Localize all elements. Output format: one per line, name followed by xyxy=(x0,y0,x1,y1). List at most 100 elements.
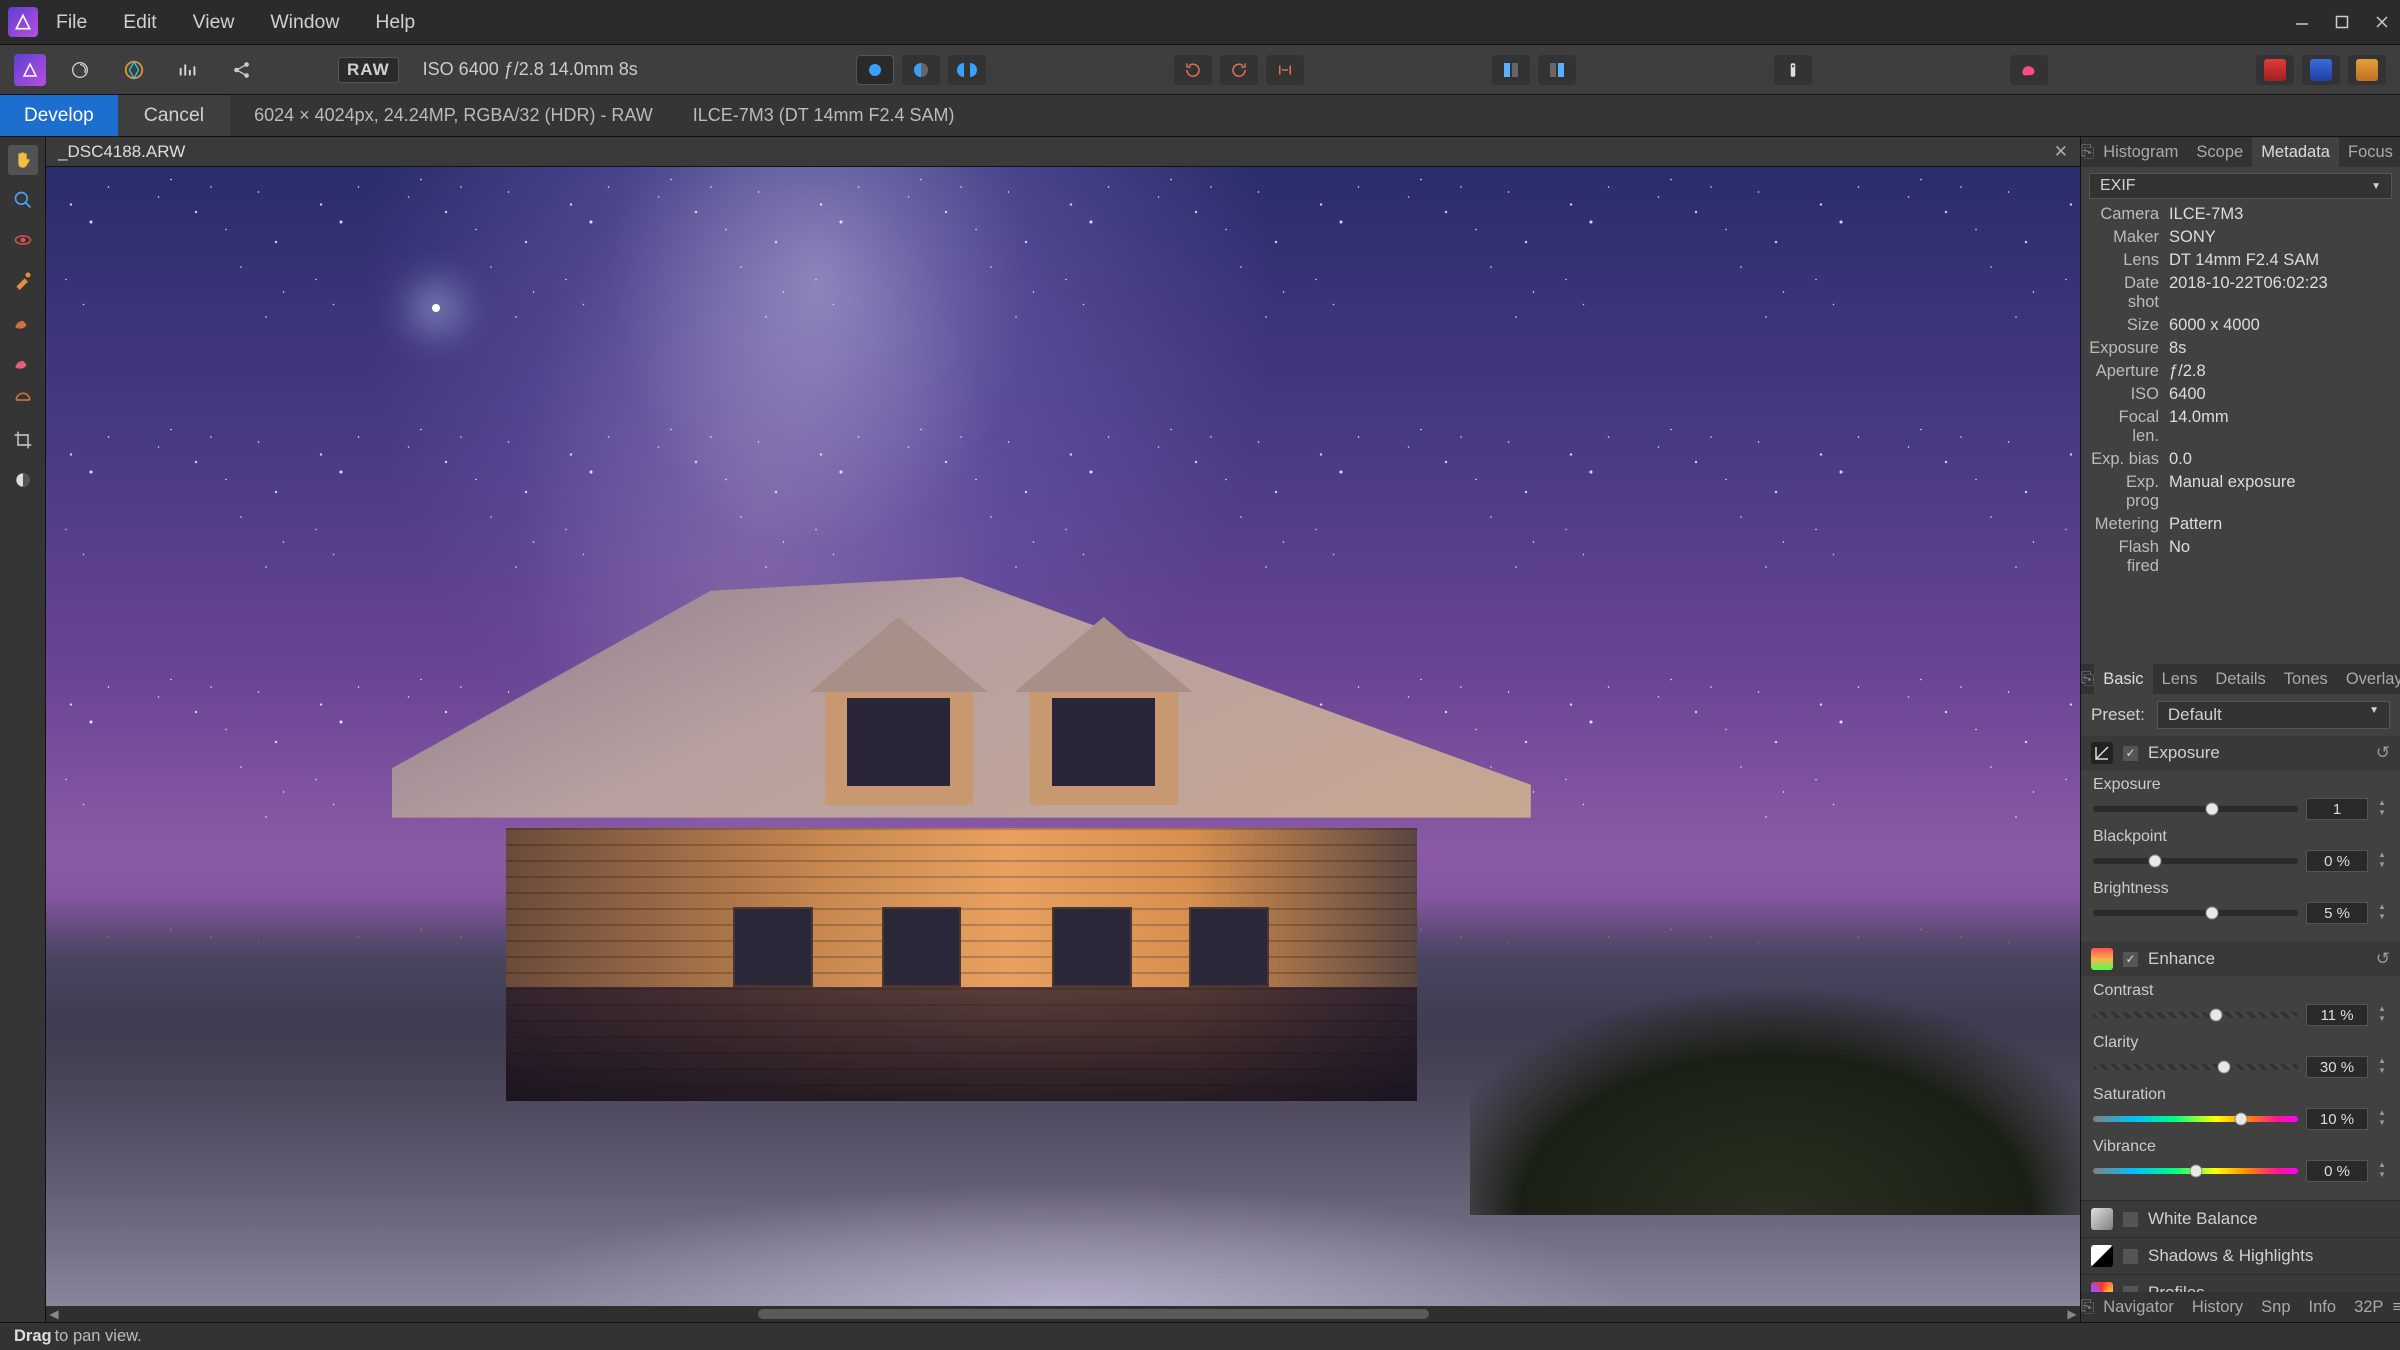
tab-32p[interactable]: 32P xyxy=(2345,1292,2392,1322)
whitebalance-tool-icon[interactable] xyxy=(8,465,38,495)
preset-dropdown[interactable]: Default ▼ xyxy=(2157,701,2390,729)
exposure-slider[interactable] xyxy=(2093,806,2298,812)
info-icon[interactable] xyxy=(1774,55,1812,85)
aperture-icon[interactable] xyxy=(114,59,154,81)
tab-tones[interactable]: Tones xyxy=(2275,664,2337,694)
exposure-checkbox[interactable]: ✓ xyxy=(2123,746,2138,761)
maximize-icon[interactable] xyxy=(2332,12,2352,32)
saturation-slider[interactable] xyxy=(2093,1116,2298,1122)
persona-develop-icon[interactable] xyxy=(2348,55,2386,85)
clarity-value[interactable]: 30 % xyxy=(2306,1056,2368,1078)
minimize-icon[interactable] xyxy=(2292,12,2312,32)
tab-basic[interactable]: Basic xyxy=(2094,664,2152,694)
tab-history[interactable]: History xyxy=(2183,1292,2252,1322)
tab-focus[interactable]: Focus xyxy=(2339,137,2400,167)
blackpoint-slider[interactable] xyxy=(2093,858,2298,864)
pin-icon[interactable]: ⎘ xyxy=(2081,664,2094,694)
panel-menu-icon[interactable]: ≡ xyxy=(2392,1292,2400,1322)
scroll-right-icon[interactable]: ▶ xyxy=(2064,1306,2080,1322)
menu-window[interactable]: Window xyxy=(270,11,339,34)
exposure-value[interactable]: 1 xyxy=(2306,798,2368,820)
enhance-checkbox[interactable]: ✓ xyxy=(2123,952,2138,967)
whitebalance-checkbox[interactable] xyxy=(2123,1212,2138,1227)
scroll-left-icon[interactable]: ◀ xyxy=(46,1306,62,1322)
tab-lens[interactable]: Lens xyxy=(2153,664,2207,694)
tab-navigator[interactable]: Navigator xyxy=(2094,1292,2183,1322)
tab-histogram[interactable]: Histogram xyxy=(2094,137,2187,167)
menu-file[interactable]: File xyxy=(56,11,87,34)
section-whitebalance-header[interactable]: White Balance xyxy=(2081,1200,2400,1237)
app-logo-icon[interactable] xyxy=(14,54,46,86)
saturation-value[interactable]: 10 % xyxy=(2306,1108,2368,1130)
tab-overlays[interactable]: Overlays xyxy=(2337,664,2400,694)
contrast-slider[interactable] xyxy=(2093,1012,2298,1018)
pin-icon[interactable]: ⎘ xyxy=(2081,1292,2094,1322)
reset-icon[interactable]: ↺ xyxy=(2376,949,2390,969)
clarity-spinner[interactable]: ▲▼ xyxy=(2376,1057,2388,1077)
shadows-checkbox[interactable] xyxy=(2123,1249,2138,1264)
sync-icon[interactable] xyxy=(60,59,100,81)
blemish-tool-icon[interactable] xyxy=(8,265,38,295)
blackpoint-value[interactable]: 0 % xyxy=(2306,850,2368,872)
clarity-slider[interactable] xyxy=(2093,1064,2298,1070)
canvas-viewport[interactable] xyxy=(46,167,2080,1306)
zoom-tool-icon[interactable] xyxy=(8,185,38,215)
metadata-value: 6400 xyxy=(2169,385,2392,404)
contrast-value[interactable]: 11 % xyxy=(2306,1004,2368,1026)
single-view-icon[interactable] xyxy=(856,55,894,85)
clip-highlights-icon[interactable] xyxy=(1538,55,1576,85)
persona-photo-icon[interactable] xyxy=(2256,55,2294,85)
close-tab-icon[interactable]: ✕ xyxy=(2054,142,2068,162)
overlay-erase-tool-icon[interactable] xyxy=(8,345,38,375)
mirror-view-icon[interactable] xyxy=(948,55,986,85)
vibrance-value[interactable]: 0 % xyxy=(2306,1160,2368,1182)
horizontal-scrollbar[interactable]: ◀ ▶ xyxy=(46,1306,2080,1322)
tab-snp[interactable]: Snp xyxy=(2252,1292,2299,1322)
metadata-key: Exp. prog xyxy=(2089,473,2159,511)
blackpoint-spinner[interactable]: ▲▼ xyxy=(2376,851,2388,871)
tab-scope[interactable]: Scope xyxy=(2187,137,2252,167)
persona-liquify-icon[interactable] xyxy=(2302,55,2340,85)
redeye-tool-icon[interactable] xyxy=(8,225,38,255)
assistant-icon[interactable] xyxy=(2010,55,2048,85)
tab-metadata[interactable]: Metadata xyxy=(2252,137,2339,167)
levels-icon[interactable] xyxy=(168,59,208,81)
document-tab[interactable]: _DSC4188.ARW ✕ xyxy=(46,137,2080,167)
overlay-gradient-tool-icon[interactable] xyxy=(8,385,38,415)
metadata-value: 8s xyxy=(2169,339,2392,358)
develop-button[interactable]: Develop xyxy=(0,95,118,136)
saturation-spinner[interactable]: ▲▼ xyxy=(2376,1109,2388,1129)
vibrance-spinner[interactable]: ▲▼ xyxy=(2376,1161,2388,1181)
section-shadows-header[interactable]: Shadows & Highlights xyxy=(2081,1237,2400,1274)
brightness-slider[interactable] xyxy=(2093,910,2298,916)
metadata-value: Pattern xyxy=(2169,515,2392,534)
menu-help[interactable]: Help xyxy=(375,11,415,34)
share-icon[interactable] xyxy=(222,59,262,81)
reset-icon[interactable]: ↺ xyxy=(2376,743,2390,763)
menu-view[interactable]: View xyxy=(193,11,235,34)
scrollbar-thumb[interactable] xyxy=(758,1309,1429,1319)
contrast-spinner[interactable]: ▲▼ xyxy=(2376,1005,2388,1025)
metadata-type-dropdown[interactable]: EXIF ▼ xyxy=(2089,173,2392,199)
tab-info[interactable]: Info xyxy=(2300,1292,2346,1322)
hand-tool-icon[interactable] xyxy=(8,145,38,175)
split-view-icon[interactable] xyxy=(902,55,940,85)
section-exposure-header[interactable]: ✓ Exposure ↺ xyxy=(2081,736,2400,770)
clip-shadows-icon[interactable] xyxy=(1492,55,1530,85)
menu-edit[interactable]: Edit xyxy=(123,11,156,34)
pin-icon[interactable]: ⎘ xyxy=(2081,137,2094,167)
section-enhance-header[interactable]: ✓ Enhance ↺ xyxy=(2081,942,2400,976)
overlay-paint-tool-icon[interactable] xyxy=(8,305,38,335)
metadata-value: 6000 x 4000 xyxy=(2169,316,2392,335)
rotate-ccw-icon[interactable] xyxy=(1174,55,1212,85)
rotate-cw-icon[interactable] xyxy=(1220,55,1258,85)
tab-details[interactable]: Details xyxy=(2206,664,2274,694)
cancel-button[interactable]: Cancel xyxy=(118,95,230,136)
brightness-value[interactable]: 5 % xyxy=(2306,902,2368,924)
brightness-spinner[interactable]: ▲▼ xyxy=(2376,903,2388,923)
crop-tool-icon[interactable] xyxy=(8,425,38,455)
vibrance-slider[interactable] xyxy=(2093,1168,2298,1174)
close-icon[interactable] xyxy=(2372,12,2392,32)
flip-icon[interactable] xyxy=(1266,55,1304,85)
exposure-spinner[interactable]: ▲▼ xyxy=(2376,799,2388,819)
